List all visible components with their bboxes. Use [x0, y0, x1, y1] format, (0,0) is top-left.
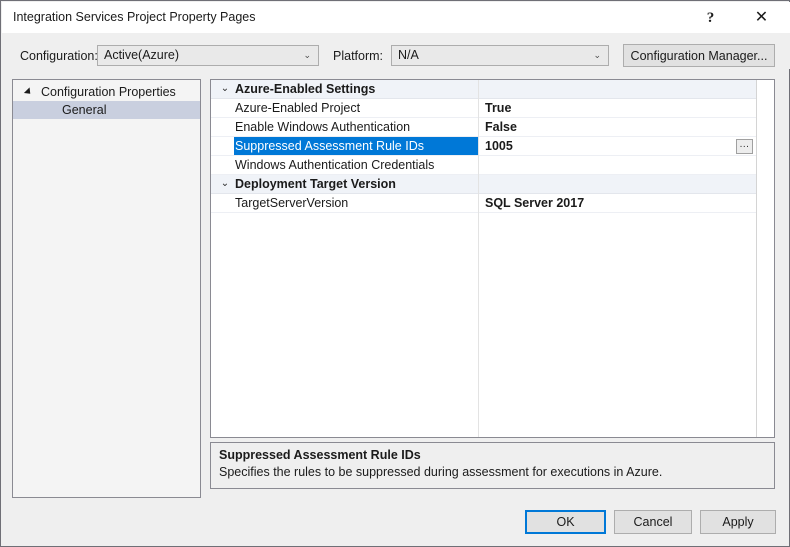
question-mark-icon: ? [706, 9, 715, 26]
help-button[interactable]: ? [688, 3, 733, 33]
property-group-header[interactable]: ⌄ Azure-Enabled Settings [211, 80, 774, 99]
configuration-dropdown[interactable]: Active(Azure) ⌄ [97, 45, 319, 66]
property-value[interactable]: False [485, 118, 517, 136]
title-bar: Integration Services Project Property Pa… [2, 2, 790, 33]
property-row[interactable]: Windows Authentication Credentials [211, 156, 774, 175]
property-name: Suppressed Assessment Rule IDs [235, 139, 424, 153]
platform-label: Platform: [333, 49, 384, 63]
column-splitter[interactable] [478, 80, 479, 437]
window-title: Integration Services Project Property Pa… [13, 10, 256, 24]
description-text: Specifies the rules to be suppressed dur… [219, 465, 663, 479]
property-value[interactable]: 1005 [485, 137, 513, 155]
property-name: Azure-Enabled Project [235, 101, 361, 115]
configuration-manager-button[interactable]: Configuration Manager... [623, 44, 775, 67]
property-name: Enable Windows Authentication [235, 120, 411, 134]
property-row[interactable]: Azure-Enabled Project True [211, 99, 774, 118]
expander-triangle-icon[interactable] [23, 87, 34, 97]
close-icon: ✕ [754, 9, 769, 26]
close-button[interactable]: ✕ [739, 3, 784, 33]
tree-item-configuration-properties[interactable]: Configuration Properties [13, 83, 200, 101]
cancel-button[interactable]: Cancel [614, 510, 692, 534]
configuration-dropdown-value: Active(Azure) [104, 48, 180, 62]
property-value[interactable]: SQL Server 2017 [485, 194, 584, 212]
property-group-label: Deployment Target Version [235, 177, 396, 191]
property-name: TargetServerVersion [235, 196, 349, 210]
description-title: Suppressed Assessment Rule IDs [219, 448, 421, 462]
platform-dropdown[interactable]: N/A ⌄ [391, 45, 609, 66]
property-row[interactable]: TargetServerVersion SQL Server 2017 [211, 194, 774, 213]
tree-item-label: General [62, 103, 107, 117]
property-name: Windows Authentication Credentials [235, 158, 435, 172]
description-pane: Suppressed Assessment Rule IDs Specifies… [210, 442, 775, 489]
configuration-tree-panel: Configuration Properties General [12, 79, 201, 498]
property-value[interactable]: True [485, 99, 511, 117]
grid-scroll-gutter[interactable] [756, 80, 774, 437]
property-pages-dialog: Integration Services Project Property Pa… [0, 0, 790, 547]
chevron-down-icon: ⌄ [593, 50, 601, 60]
configuration-label: Configuration: [20, 49, 98, 63]
platform-dropdown-value: N/A [398, 48, 419, 62]
tree-item-general[interactable]: General [13, 101, 200, 119]
ok-button[interactable]: OK [525, 510, 606, 534]
apply-button[interactable]: Apply [700, 510, 776, 534]
property-grid: ⌄ Azure-Enabled Settings Azure-Enabled Pro… [210, 79, 775, 438]
property-row-selected[interactable]: Suppressed Assessment Rule IDs 1005... [211, 137, 774, 156]
chevron-down-icon[interactable]: ⌄ [218, 175, 232, 193]
property-group-label: Azure-Enabled Settings [235, 82, 376, 96]
ellipsis-browse-button[interactable]: ... [736, 139, 753, 154]
tree-item-label: Configuration Properties [41, 85, 176, 99]
property-group-header[interactable]: ⌄ Deployment Target Version [211, 175, 774, 194]
chevron-down-icon[interactable]: ⌄ [218, 80, 232, 98]
property-row[interactable]: Enable Windows Authentication False [211, 118, 774, 137]
chevron-down-icon: ⌄ [303, 50, 311, 60]
